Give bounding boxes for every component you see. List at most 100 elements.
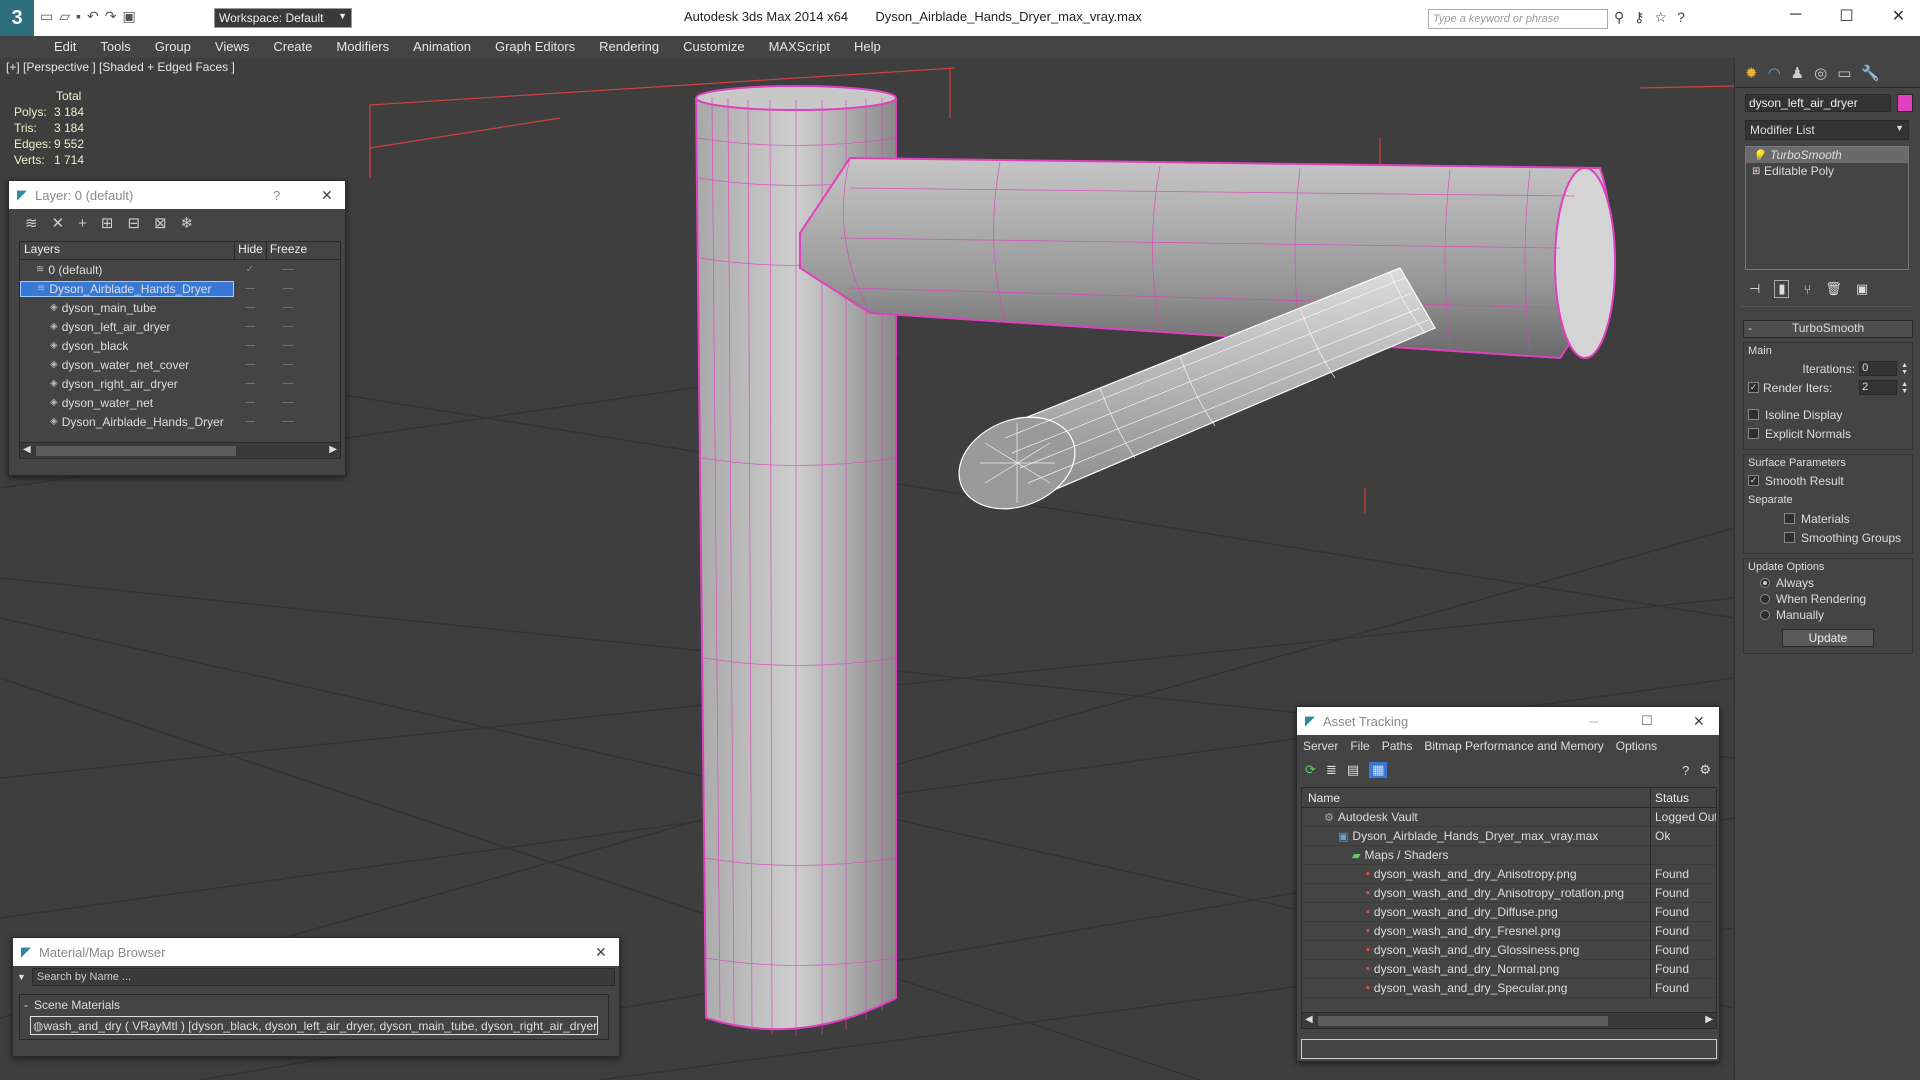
stack-item-editable-poly[interactable]: ⊞ Editable Poly (1746, 163, 1908, 179)
menu-group[interactable]: Group (143, 36, 203, 58)
open-file-icon[interactable]: ▱ (59, 8, 70, 25)
always-radio[interactable] (1760, 578, 1770, 588)
menu-tools[interactable]: Tools (88, 36, 142, 58)
asset-row[interactable]: ▪ dyson_wash_and_dry_Diffuse.png Found (1302, 902, 1716, 922)
hierarchy-tab-icon[interactable]: ♟ (1791, 64, 1804, 82)
asset-row[interactable]: ▪ dyson_wash_and_dry_Anisotropy_rotation.… (1302, 883, 1716, 903)
freeze-toggle[interactable]: — (266, 283, 310, 294)
configure-sets-icon[interactable]: ▣ (1856, 281, 1868, 297)
freeze-toggle[interactable]: — (266, 416, 310, 427)
menu-modifiers[interactable]: Modifiers (324, 36, 401, 58)
layer-row[interactable]: ≋ Dyson_Airblade_Hands_Dryer — — (20, 279, 340, 298)
hide-toggle[interactable]: ✓ (234, 264, 266, 275)
layer-row[interactable]: ≋ 0 (default) ✓ — (20, 260, 340, 279)
add-to-layer-icon[interactable]: + (78, 215, 87, 232)
menu-customize[interactable]: Customize (671, 36, 756, 58)
asset-row[interactable]: ⚙ Autodesk Vault Logged Out (1302, 807, 1716, 827)
refresh-icon[interactable]: ⟳ (1305, 762, 1316, 778)
table-view-icon[interactable]: ▦ (1369, 762, 1388, 778)
asset-row[interactable]: ▣ Dyson_Airblade_Hands_Dryer_max_vray.max… (1302, 826, 1716, 846)
material-browser-header[interactable]: ◤ Material/Map Browser ✕ (13, 938, 619, 966)
iterations-spinner[interactable]: 0 (1859, 361, 1898, 376)
menu-create[interactable]: Create (261, 36, 324, 58)
col-layers[interactable]: Layers (20, 242, 234, 259)
hide-toggle[interactable]: — (234, 340, 266, 351)
hide-all-icon[interactable]: ⊠ (154, 214, 167, 232)
display-tab-icon[interactable]: ▭ (1837, 64, 1851, 82)
redo-icon[interactable]: ↷ (105, 8, 117, 25)
layer-row[interactable]: ◈ dyson_right_air_dryer — — (20, 374, 340, 393)
col-status[interactable]: Status (1650, 788, 1716, 807)
minimize-icon[interactable]: ─ (1589, 714, 1633, 729)
undo-icon[interactable]: ↶ (87, 8, 99, 25)
when-rendering-radio[interactable] (1760, 594, 1770, 604)
explicit-normals-checkbox[interactable] (1748, 428, 1759, 439)
utilities-tab-icon[interactable]: 🔧 (1861, 64, 1880, 82)
freeze-toggle[interactable]: — (266, 378, 310, 389)
save-icon[interactable]: ▪ (76, 8, 81, 25)
col-hide[interactable]: Hide (234, 242, 266, 259)
pin-stack-icon[interactable]: ⊣ (1749, 281, 1760, 297)
scroll-left-icon[interactable]: ◀ (1305, 1014, 1313, 1025)
create-tab-icon[interactable]: ✹ (1745, 64, 1758, 82)
select-objects-icon[interactable]: ⊞ (101, 214, 114, 232)
scroll-left-icon[interactable]: ◀ (23, 444, 31, 455)
menu-options[interactable]: Options (1616, 739, 1657, 753)
motion-tab-icon[interactable]: ◎ (1814, 64, 1827, 82)
minimize-icon[interactable]: ─ (1790, 6, 1801, 26)
close-icon[interactable]: ✕ (321, 187, 345, 204)
layer-row[interactable]: ◈ dyson_water_net_cover — — (20, 355, 340, 374)
scroll-right-icon[interactable]: ▶ (329, 444, 337, 455)
menu-file[interactable]: File (1350, 739, 1369, 753)
render-iters-spinner[interactable]: 2 (1859, 380, 1898, 395)
smooth-result-checkbox[interactable]: ✓ (1748, 475, 1759, 486)
menu-paths[interactable]: Paths (1382, 739, 1413, 753)
layer-row[interactable]: ◈ Dyson_Airblade_Hands_Dryer — — (20, 412, 340, 431)
object-color-swatch[interactable] (1897, 94, 1913, 112)
freeze-all-icon[interactable]: ❄ (181, 214, 194, 232)
options-chevron-icon[interactable]: ▼ (17, 972, 26, 982)
hide-toggle[interactable]: — (234, 321, 266, 332)
delete-layer-icon[interactable]: ✕ (52, 214, 65, 232)
asset-row[interactable]: ▰ Maps / Shaders (1302, 845, 1716, 865)
layer-row[interactable]: ◈ dyson_main_tube — — (20, 298, 340, 317)
close-icon[interactable]: ✕ (595, 944, 619, 961)
app-logo-icon[interactable]: 3 (0, 0, 34, 36)
menu-graph-editors[interactable]: Graph Editors (483, 36, 587, 58)
menu-views[interactable]: Views (203, 36, 261, 58)
hide-toggle[interactable]: — (234, 397, 266, 408)
freeze-toggle[interactable]: — (266, 397, 310, 408)
menu-edit[interactable]: Edit (42, 36, 88, 58)
scroll-right-icon[interactable]: ▶ (1705, 1014, 1713, 1025)
asset-row[interactable]: ▪ dyson_wash_and_dry_Anisotropy.png Found (1302, 864, 1716, 884)
workspace-dropdown[interactable]: Workspace: Default ▼ (214, 8, 352, 28)
help-icon[interactable]: ? (273, 188, 313, 203)
layer-row[interactable]: ◈ dyson_black — — (20, 336, 340, 355)
asset-tracking-header[interactable]: ◤ Asset Tracking ─ ☐ ✕ (1297, 707, 1719, 735)
settings-icon[interactable]: ⚙ (1699, 762, 1711, 778)
layer-window-header[interactable]: ◤ Layer: 0 (default) ? ✕ (9, 181, 345, 209)
help-icon[interactable]: ? (1677, 9, 1685, 26)
freeze-toggle[interactable]: — (266, 340, 310, 351)
isoline-checkbox[interactable] (1748, 409, 1759, 420)
render-iters-checkbox[interactable]: ✓ (1748, 382, 1759, 393)
asset-row[interactable]: ▪ dyson_wash_and_dry_Specular.png Found (1302, 978, 1716, 998)
layer-hscrollbar[interactable]: ◀ ▶ (20, 442, 340, 458)
list-view-icon[interactable]: ≣ (1326, 762, 1337, 778)
menu-server[interactable]: Server (1303, 739, 1338, 753)
hide-toggle[interactable]: — (234, 359, 266, 370)
spinner-arrows-icon[interactable]: ▲ ▼ (1901, 362, 1908, 376)
maximize-icon[interactable]: ☐ (1641, 713, 1685, 729)
make-unique-icon[interactable]: ⑂ (1803, 282, 1811, 297)
hide-toggle[interactable]: — (234, 302, 266, 313)
object-name-field[interactable]: dyson_left_air_dryer (1745, 94, 1891, 112)
scene-materials-group[interactable]: - Scene Materials (20, 995, 608, 1014)
smoothing-groups-checkbox[interactable] (1784, 532, 1795, 543)
light-bulb-icon[interactable]: 💡 (1752, 149, 1770, 162)
search-input[interactable]: Type a keyword or phrase (1428, 9, 1608, 29)
freeze-toggle[interactable]: — (266, 359, 310, 370)
key-icon[interactable]: ⚷ (1634, 9, 1644, 26)
new-file-icon[interactable]: ▭ (40, 8, 53, 25)
modifier-list-dropdown[interactable]: Modifier List ▼ (1745, 120, 1909, 140)
menu-rendering[interactable]: Rendering (587, 36, 671, 58)
